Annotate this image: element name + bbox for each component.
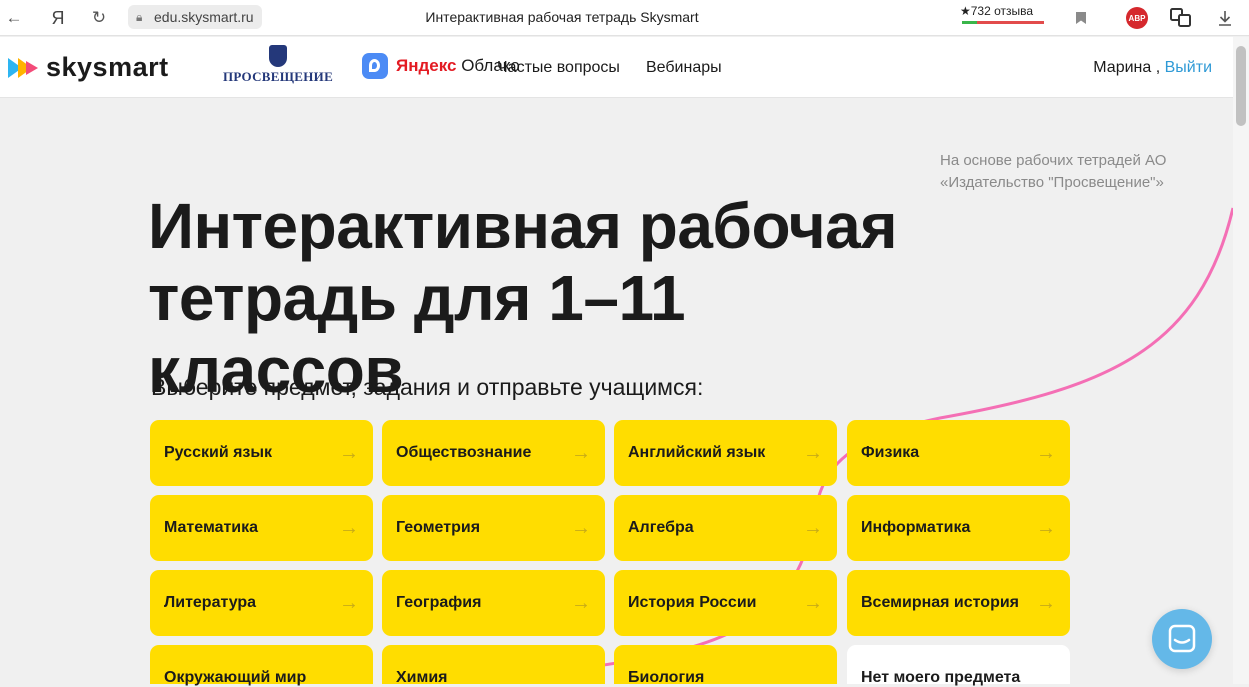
user-separator: , <box>1151 59 1165 76</box>
translate-icon[interactable] <box>1169 6 1193 30</box>
user-info: Марина , Выйти <box>1093 59 1212 77</box>
subject-card-label: Физика <box>861 444 920 461</box>
chat-widget-button[interactable] <box>1152 609 1212 669</box>
subject-card-label: Обществознание <box>396 444 532 461</box>
arrow-right-icon: → <box>571 516 591 539</box>
subject-card-biology[interactable]: Биология <box>614 645 837 686</box>
hero-title-line-1: Интерактивная рабочая <box>148 190 898 262</box>
skysmart-logo[interactable]: skysmart <box>8 52 169 83</box>
subject-card-geometry[interactable]: Геометрия → <box>382 495 605 561</box>
side-note: На основе рабочих тетрадей АО «Издательс… <box>940 152 1167 191</box>
subject-card-chemistry[interactable]: Химия <box>382 645 605 686</box>
arrow-right-icon: → <box>571 441 591 464</box>
subject-card-physics[interactable]: Физика → <box>847 420 1070 486</box>
subject-card-label: Химия <box>396 669 448 686</box>
reviews-badge[interactable]: ★732 отзыва <box>960 4 1033 18</box>
arrow-right-icon: → <box>339 441 359 464</box>
arrow-right-icon: → <box>339 516 359 539</box>
page-scrollbar[interactable] <box>1233 37 1249 684</box>
scrollbar-thumb[interactable] <box>1236 46 1246 126</box>
subject-card-world-history[interactable]: Всемирная история → <box>847 570 1070 636</box>
yandex-word: Яндекс <box>396 56 457 75</box>
subject-card-label: Математика <box>164 519 259 536</box>
site-header: skysmart ПРОСВЕЩЕНИЕ Яндекс Облако Часты… <box>0 37 1233 98</box>
subject-card-label: Биология <box>628 669 705 686</box>
subject-card-algebra[interactable]: Алгебра → <box>614 495 837 561</box>
subject-card-russian[interactable]: Русский язык → <box>150 420 373 486</box>
subject-card-label: Нет моего предмета <box>861 669 1021 686</box>
hero-subtitle: Выберите предмет, задания и отправьте уч… <box>151 374 704 400</box>
prosveshchenie-text: ПРОСВЕЩЕНИЕ <box>222 69 334 84</box>
page-title-bar: Интерактивная рабочая тетрадь Skysmart <box>425 9 699 25</box>
bookmark-icon[interactable] <box>1069 6 1093 30</box>
nav-faq[interactable]: Частые вопросы <box>497 59 620 77</box>
subject-card-russian-history[interactable]: История России → <box>614 570 837 636</box>
subject-card-no-subject[interactable]: Нет моего предмета <box>847 645 1070 686</box>
arrow-right-icon: → <box>803 591 823 614</box>
prosveshchenie-logo[interactable]: ПРОСВЕЩЕНИЕ <box>222 45 334 85</box>
skysmart-logo-icon <box>8 56 40 80</box>
arrow-right-icon: → <box>1036 516 1056 539</box>
subject-card-literature[interactable]: Литература → <box>150 570 373 636</box>
browser-toolbar: ← Я ↻ 🔒︎ edu.skysmart.ru Интерактивная р… <box>0 0 1249 36</box>
subject-card-label: История России <box>628 594 757 611</box>
subject-card-label: Английский язык <box>628 444 766 461</box>
prosveshchenie-emblem-icon <box>269 45 287 67</box>
subject-card-label: Информатика <box>861 519 971 536</box>
arrow-right-icon: → <box>803 441 823 464</box>
arrow-right-icon: → <box>339 591 359 614</box>
subject-card-informatics[interactable]: Информатика → <box>847 495 1070 561</box>
subject-card-social-studies[interactable]: Обществознание → <box>382 420 605 486</box>
adblock-icon[interactable]: ABP <box>1126 7 1148 29</box>
subject-card-label: Алгебра <box>628 519 694 536</box>
subject-card-geography[interactable]: География → <box>382 570 605 636</box>
arrow-right-icon: → <box>1036 441 1056 464</box>
subject-card-label: Всемирная история <box>861 594 1020 611</box>
subject-card-english[interactable]: Английский язык → <box>614 420 837 486</box>
yandex-cloud-icon <box>362 53 388 79</box>
logout-link[interactable]: Выйти <box>1165 59 1212 76</box>
download-icon[interactable] <box>1213 6 1237 30</box>
reviews-rating-bar <box>962 21 1044 24</box>
subject-card-world-around[interactable]: Окружающий мир <box>150 645 373 686</box>
arrow-right-icon: → <box>1036 591 1056 614</box>
subject-card-label: География <box>396 594 482 611</box>
arrow-right-icon: → <box>571 591 591 614</box>
chat-icon <box>1168 624 1196 653</box>
subject-card-label: Геометрия <box>396 519 481 536</box>
subject-card-math[interactable]: Математика → <box>150 495 373 561</box>
subject-card-label: Литература <box>164 594 257 611</box>
arrow-right-icon: → <box>803 516 823 539</box>
subject-card-label: Окружающий мир <box>164 669 307 686</box>
user-name[interactable]: Марина <box>1093 59 1151 76</box>
subject-card-label: Русский язык <box>164 444 273 461</box>
nav-webinars[interactable]: Вебинары <box>646 59 722 77</box>
logo-text: skysmart <box>46 52 169 82</box>
